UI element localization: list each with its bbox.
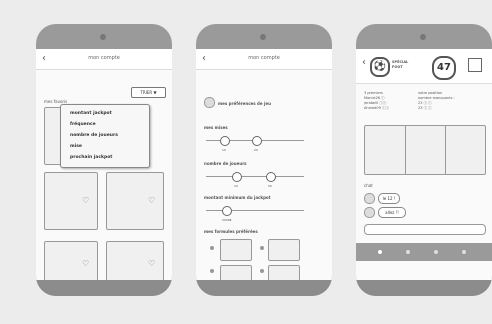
heart-icon[interactable]: ♡ — [148, 259, 155, 268]
bets-label: mes mises — [204, 125, 228, 130]
players-max-handle[interactable] — [266, 172, 276, 182]
phone-3: ‹ ⚽ SPÉCIAL FOOT 47 3 premiers Marcie26 … — [356, 24, 492, 296]
position-info: votre position nombre manquants : 23 ⓘ ⓘ… — [418, 91, 455, 111]
tab-dot[interactable] — [378, 250, 382, 254]
badge-label: SPÉCIAL FOOT — [392, 60, 409, 69]
sort-dropdown: montant jackpot fréquence nombre de joue… — [60, 104, 150, 168]
dropdown-item-next-jackpot[interactable]: prochain jackpot — [70, 155, 112, 160]
grid-icon[interactable] — [468, 58, 482, 72]
camera-icon — [420, 34, 426, 40]
formula-card[interactable] — [268, 239, 300, 261]
camera-icon — [100, 34, 106, 40]
formula-radio[interactable] — [210, 269, 214, 273]
bets-max-handle[interactable] — [252, 136, 262, 146]
players-min-handle[interactable] — [232, 172, 242, 182]
bets-min-handle[interactable] — [220, 136, 230, 146]
dropdown-item-frequency[interactable]: fréquence — [70, 122, 96, 127]
tab-dot[interactable] — [434, 250, 438, 254]
home-bar — [356, 280, 492, 296]
dropdown-item-players[interactable]: nombre de joueurs — [70, 133, 118, 138]
formula-radio[interactable] — [260, 269, 264, 273]
chat-label: chat — [364, 183, 373, 188]
favorite-card[interactable] — [106, 241, 164, 281]
position-row: 23 ⓘ ⓘ — [418, 106, 432, 110]
bets-min-value: 10 — [222, 148, 226, 152]
jackpot-label: montant minimum du jackpot — [204, 195, 271, 200]
top-bar: ‹ mon compte — [36, 49, 172, 70]
formula-radio[interactable] — [210, 246, 214, 250]
formulas-label: mes formules préférées — [204, 229, 258, 234]
players-min-value: 10 — [234, 184, 238, 188]
tab-bar — [356, 243, 492, 261]
jackpot-value: 2000€ — [222, 218, 232, 222]
favorite-card[interactable] — [106, 172, 164, 230]
preferences-label: mes préférences de jeu — [218, 101, 271, 106]
chat-message: le 12 ! — [378, 193, 400, 204]
avatar — [364, 193, 375, 204]
players-label: nombre de joueurs — [204, 161, 247, 166]
formula-card[interactable] — [220, 239, 252, 261]
game-header: ‹ ⚽ SPÉCIAL FOOT 47 — [356, 49, 492, 84]
players-slider-track — [206, 176, 304, 177]
formula-card[interactable] — [268, 265, 300, 281]
board-divider — [445, 126, 446, 174]
chat-message: allez !! — [378, 207, 406, 218]
dropdown-item-jackpot[interactable]: montant jackpot — [70, 111, 112, 116]
chat-input[interactable] — [364, 224, 486, 235]
top-bar: ‹ mon compte — [196, 49, 332, 70]
tab-dot[interactable] — [406, 250, 410, 254]
avatar — [364, 207, 375, 218]
tab-dot[interactable] — [462, 250, 466, 254]
heart-icon[interactable]: ♡ — [82, 259, 89, 268]
players-max-value: 50 — [268, 184, 272, 188]
avatar — [204, 97, 215, 108]
screen-2: ‹ mon compte mes préférences de jeu mes … — [196, 49, 332, 281]
dropdown-item-bet[interactable]: mise — [70, 144, 82, 149]
leaderboard: 3 premiers Marcie26 ⓘ jerabel0 ⓘⓘ Ahmed0… — [364, 91, 389, 111]
phone-1: ‹ mon compte TRIER ▼ mes favoris ♡ ♡ ♡ ♡… — [36, 24, 172, 296]
phone-2: ‹ mon compte mes préférences de jeu mes … — [196, 24, 332, 296]
soccer-ball-icon: ⚽ — [370, 57, 390, 77]
page-title: mon compte — [88, 55, 120, 61]
jackpot-slider-track — [206, 210, 304, 211]
home-bar — [36, 280, 172, 296]
camera-icon — [260, 34, 266, 40]
home-bar — [196, 280, 332, 296]
page-title: mon compte — [248, 55, 280, 61]
screen-1: ‹ mon compte TRIER ▼ mes favoris ♡ ♡ ♡ ♡… — [36, 49, 172, 281]
formula-radio[interactable] — [260, 246, 264, 250]
favorite-card[interactable] — [44, 241, 98, 281]
heart-icon[interactable]: ♡ — [82, 196, 89, 205]
counter-badge: 47 — [432, 56, 456, 80]
heart-icon[interactable]: ♡ — [148, 196, 155, 205]
favorite-card[interactable] — [44, 172, 98, 230]
sort-button[interactable]: TRIER ▼ — [131, 87, 166, 98]
game-board[interactable] — [364, 125, 486, 175]
back-icon[interactable]: ‹ — [362, 57, 366, 68]
formula-card[interactable] — [220, 265, 252, 281]
bets-max-value: 20 — [254, 148, 258, 152]
board-divider — [405, 126, 406, 174]
jackpot-handle[interactable] — [222, 206, 232, 216]
screen-3: ‹ ⚽ SPÉCIAL FOOT 47 3 premiers Marcie26 … — [356, 49, 492, 281]
leader-row: Ahmed09 ⓘⓘ — [364, 106, 389, 110]
